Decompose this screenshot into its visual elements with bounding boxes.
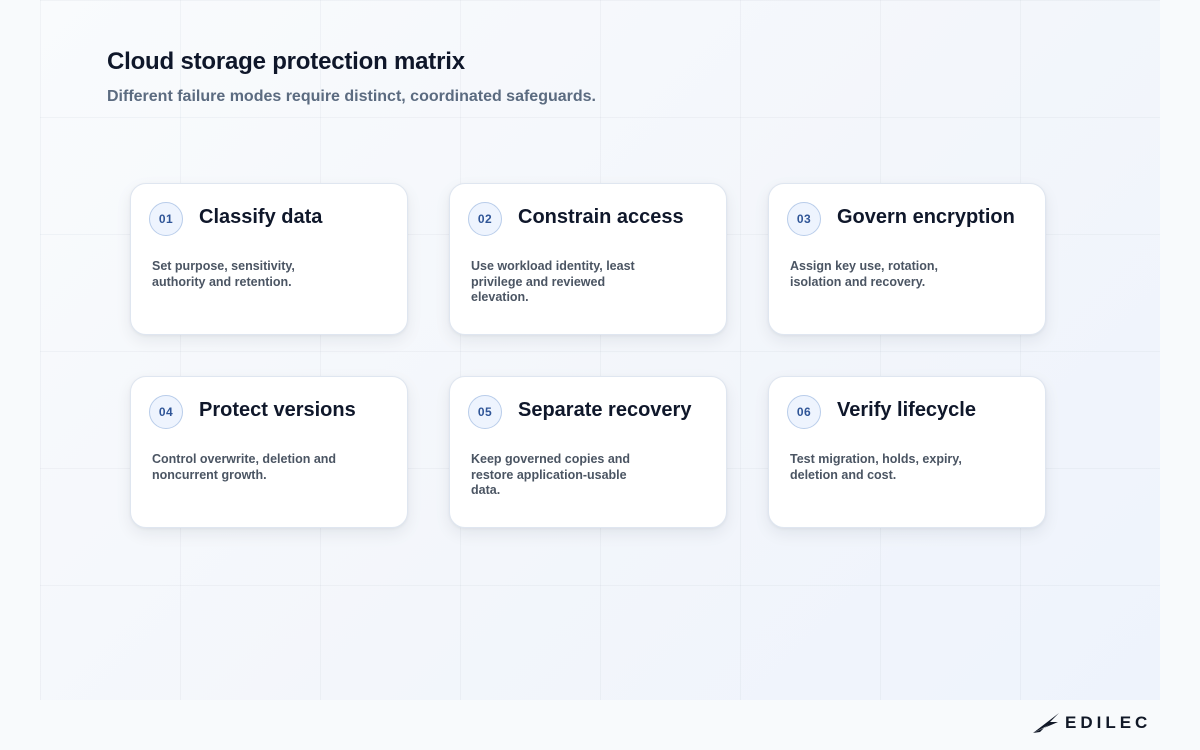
card-title: Govern encryption [837, 206, 1015, 228]
card-constrain-access: 02 Constrain access Use workload identit… [449, 183, 727, 335]
brand-name: EDILEC [1065, 713, 1152, 732]
card-description: Test migration, holds, expiry, deletion … [790, 452, 962, 482]
card-title: Constrain access [518, 206, 684, 228]
card-description: Use workload identity, least privilege a… [471, 259, 635, 304]
card-title: Protect versions [199, 399, 356, 421]
step-number-badge: 06 [787, 395, 821, 429]
page-title: Cloud storage protection matrix [107, 48, 465, 75]
step-number-badge: 05 [468, 395, 502, 429]
page-subtitle: Different failure modes require distinct… [107, 88, 596, 105]
card-title: Classify data [199, 206, 323, 228]
card-govern-encryption: 03 Govern encryption Assign key use, rot… [768, 183, 1046, 335]
card-verify-lifecycle: 06 Verify lifecycle Test migration, hold… [768, 376, 1046, 528]
card-classify-data: 01 Classify data Set purpose, sensitivit… [130, 183, 408, 335]
card-description: Control overwrite, deletion and noncurre… [152, 452, 337, 482]
card-description: Assign key use, rotation, isolation and … [790, 259, 938, 289]
step-number-badge: 01 [149, 202, 183, 236]
step-number-badge: 02 [468, 202, 502, 236]
edilec-wing-logo-icon [1033, 713, 1059, 733]
card-description: Set purpose, sensitivity, authority and … [152, 259, 295, 289]
card-title: Separate recovery [518, 399, 692, 421]
card-description: Keep governed copies and restore applica… [471, 452, 631, 497]
brand-logo: EDILEC [1032, 712, 1151, 734]
card-title: Verify lifecycle [837, 399, 976, 421]
card-separate-recovery: 05 Separate recovery Keep governed copie… [449, 376, 727, 528]
step-number-badge: 03 [787, 202, 821, 236]
card-protect-versions: 04 Protect versions Control overwrite, d… [130, 376, 408, 528]
step-number-badge: 04 [149, 395, 183, 429]
